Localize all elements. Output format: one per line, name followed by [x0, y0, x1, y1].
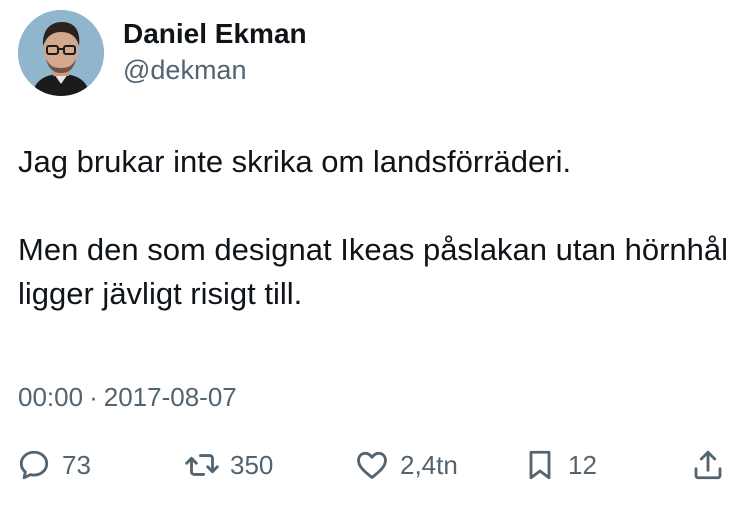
reply-button[interactable]: 73 — [16, 440, 91, 490]
meta-separator: · — [89, 382, 98, 412]
tweet-paragraph: Jag brukar inte skrika om landsförräderi… — [18, 144, 572, 179]
retweet-icon — [185, 454, 219, 476]
reply-count: 73 — [62, 449, 91, 480]
author-names: Daniel Ekman @dekman — [123, 17, 307, 87]
tweet-header: Daniel Ekman @dekman — [18, 10, 307, 96]
share-button[interactable] — [690, 440, 726, 490]
like-button[interactable]: 2,4tn — [354, 440, 458, 490]
tweet-date: 2017-08-07 — [103, 382, 237, 412]
like-count: 2,4tn — [400, 449, 458, 480]
user-handle[interactable]: @dekman — [123, 53, 307, 87]
retweet-button[interactable]: 350 — [184, 440, 273, 490]
tweet-time: 00:00 — [18, 382, 84, 412]
tweet-timestamp[interactable]: 00:00 · 2017-08-07 — [18, 379, 237, 415]
avatar-portrait-icon — [18, 10, 104, 96]
bookmark-count: 12 — [568, 449, 597, 480]
reply-icon — [19, 450, 49, 480]
share-icon — [694, 450, 722, 480]
tweet-paragraph: Men den som designat Ikeas påslakan utan… — [18, 232, 729, 311]
display-name[interactable]: Daniel Ekman — [123, 17, 307, 51]
tweet-body: Jag brukar inte skrika om landsförräderi… — [18, 140, 733, 316]
avatar[interactable] — [18, 10, 104, 96]
retweet-count: 350 — [230, 449, 274, 480]
bookmark-button[interactable]: 12 — [522, 440, 597, 490]
heart-icon — [357, 451, 387, 479]
action-bar: 73 350 2,4tn 12 — [0, 440, 750, 490]
bookmark-icon — [529, 450, 551, 480]
